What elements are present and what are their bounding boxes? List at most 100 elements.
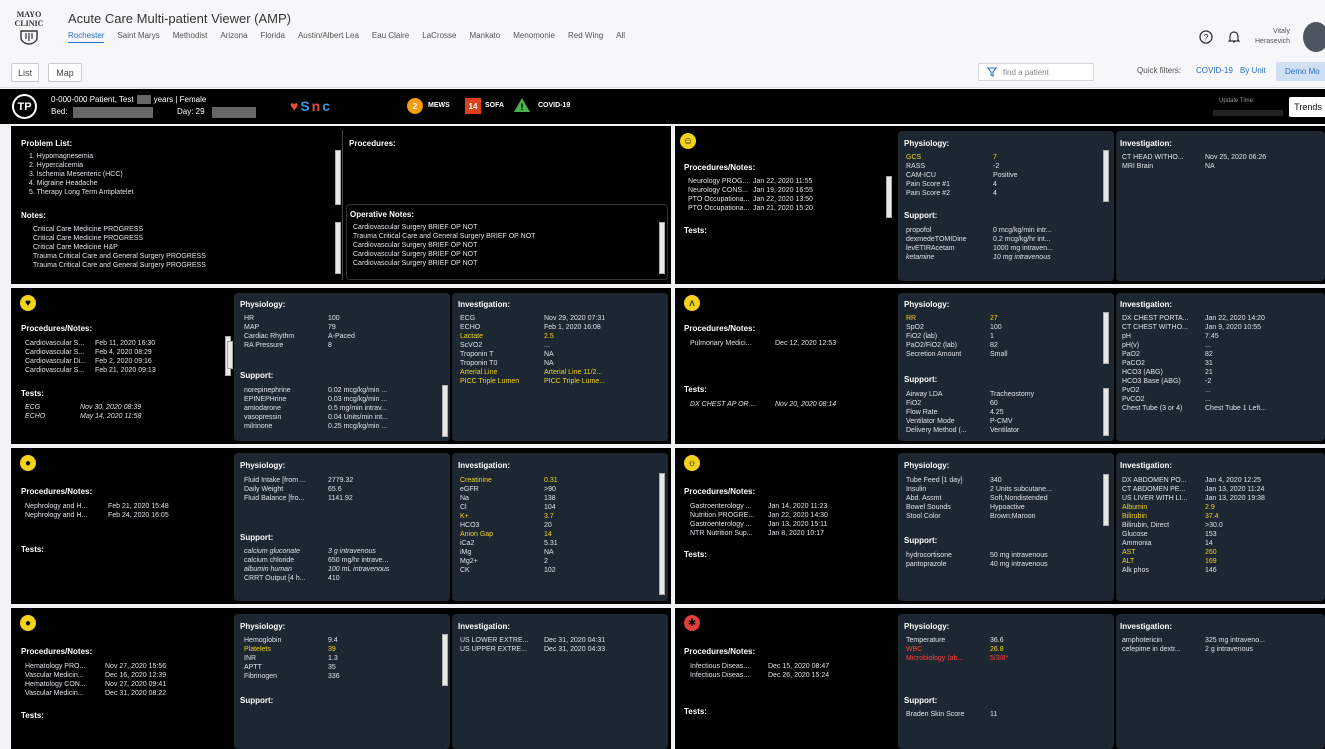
user-name[interactable]: Vitaly Herasevich xyxy=(1255,27,1290,47)
problem-item: 1. Hypomagnesemia xyxy=(29,153,94,160)
covid-warning-icon[interactable]: ! xyxy=(513,97,531,113)
cardio-note-name[interactable]: Cardiovascular Di... xyxy=(25,357,86,366)
note-item[interactable]: Critical Care Medicine PROGRESS xyxy=(33,225,143,234)
resp-support-scrollbar[interactable] xyxy=(1103,388,1109,436)
heme-note-name[interactable]: Hematology CON... xyxy=(25,680,86,689)
problem-scrollbar[interactable] xyxy=(335,150,341,205)
renal-note-name[interactable]: Nephrology and H... xyxy=(25,511,87,520)
site-tab-red-wing[interactable]: Red Wing xyxy=(568,31,603,43)
neuro-phys-scrollbar[interactable] xyxy=(1103,150,1109,202)
inv-label[interactable]: US UPPER EXTRE... xyxy=(460,645,527,654)
site-tab-arizona[interactable]: Arizona xyxy=(220,31,247,43)
filter-covid[interactable]: COVID-19 xyxy=(1196,66,1233,75)
patient-initials[interactable]: TP xyxy=(12,94,37,119)
op-note-item[interactable]: Cardiovascular Surgery BRIEF OP NOT xyxy=(353,259,477,268)
sofa-badge[interactable]: 14 xyxy=(465,98,481,114)
op-note-item[interactable]: Cardiovascular Surgery BRIEF OP NOT xyxy=(353,241,477,250)
site-tab-florida[interactable]: Florida xyxy=(261,31,285,43)
id-note-name[interactable]: Infectious Diseas... xyxy=(690,671,749,680)
phys-label: FiO2 (lab) xyxy=(906,333,938,340)
site-tab-lacrosse[interactable]: LaCrosse xyxy=(422,31,456,43)
note-item[interactable]: Critical Care Medicine PROGRESS xyxy=(33,234,143,243)
bell-icon[interactable] xyxy=(1227,30,1241,44)
inv-label[interactable]: US LIVER WITH LI... xyxy=(1122,494,1187,503)
avatar[interactable] xyxy=(1303,22,1325,52)
renal-note-name[interactable]: Nephrology and H... xyxy=(25,502,87,511)
site-tab-mankato[interactable]: Mankato xyxy=(470,31,501,43)
filter-demo-mode[interactable]: Demo Mo xyxy=(1276,62,1325,81)
resp-note-name[interactable]: Pulmonary Medici... xyxy=(690,339,751,348)
inv-label[interactable]: DX ABDOMEN PO... xyxy=(1122,476,1187,485)
mews-badge[interactable]: 2 xyxy=(407,98,423,114)
op-notes-scrollbar[interactable] xyxy=(659,222,665,274)
gi-note-name[interactable]: Gastroenterology ... xyxy=(690,502,751,511)
map-button[interactable]: Map xyxy=(48,63,82,82)
inv-label[interactable]: US LOWER EXTRE... xyxy=(460,636,528,645)
neuro-investigation-title: Investigation: xyxy=(1120,139,1173,148)
search-input[interactable]: find a patient xyxy=(978,63,1094,81)
support-value: 0.5 mg/min intrav... xyxy=(328,405,388,412)
cardio-procedures-title: Procedures/Notes: xyxy=(21,324,93,333)
neuro-note-name[interactable]: PTO Occupationa... xyxy=(688,195,749,204)
cardio-note-name[interactable]: Cardiovascular S... xyxy=(25,339,84,348)
phys-value: 336 xyxy=(328,673,340,680)
cardio-support-scrollbar[interactable] xyxy=(442,385,448,437)
site-tab-menomonie[interactable]: Menomonie xyxy=(513,31,555,43)
trends-button[interactable]: Trends xyxy=(1289,97,1325,117)
heme-physiology-card xyxy=(234,614,450,749)
inv-label: pH(v) xyxy=(1122,342,1140,349)
cardio-note-name[interactable]: Cardiovascular S... xyxy=(25,348,84,357)
phys-value: 100 xyxy=(990,324,1002,331)
site-tab-all[interactable]: All xyxy=(616,31,625,43)
inv-label[interactable]: DX CHEST PORTA... xyxy=(1122,314,1189,323)
inv-label[interactable]: ECHO xyxy=(460,323,480,332)
op-note-item[interactable]: Trauma Critical Care and General Surgery… xyxy=(353,232,535,241)
neuro-notes-scrollbar[interactable] xyxy=(886,176,892,218)
sparkline-icons[interactable]: ♥ Sn c xyxy=(290,98,330,114)
note-item[interactable]: Critical Care Medicine H&P xyxy=(33,243,118,252)
inv-label[interactable]: MRI Brain xyxy=(1122,162,1153,171)
gi-note-name[interactable]: Nutrition PROGRE... xyxy=(690,511,754,520)
gi-note-name[interactable]: NTR Nutrition Sup... xyxy=(690,529,753,538)
op-note-item[interactable]: Cardiovascular Surgery BRIEF OP NOT xyxy=(353,250,477,259)
brain-icon: c xyxy=(322,98,331,114)
site-tab-rochester[interactable]: Rochester xyxy=(68,31,105,43)
list-button[interactable]: List xyxy=(11,63,39,82)
neuro-note-name[interactable]: Neurology PROG... xyxy=(688,177,748,186)
heme-note-name[interactable]: Vascular Medicin... xyxy=(25,689,84,698)
gi-phys-scrollbar[interactable] xyxy=(1103,474,1109,526)
inv-label: ALT xyxy=(1122,558,1135,565)
neuro-note-name[interactable]: PTO Occupationa... xyxy=(688,204,749,213)
svg-text:!: ! xyxy=(521,102,524,112)
site-tab-eau-claire[interactable]: Eau Claire xyxy=(372,31,409,43)
site-tab-methodist[interactable]: Methodist xyxy=(173,31,208,43)
note-item[interactable]: Trauma Critical Care and General Surgery… xyxy=(33,252,206,261)
cardio-test-name[interactable]: ECHO xyxy=(25,412,45,421)
inv-label[interactable]: CT ABDOMEN PE... xyxy=(1122,485,1185,494)
op-note-item[interactable]: Cardiovascular Surgery BRIEF OP NOT xyxy=(353,223,477,232)
heme-note-name[interactable]: Hematology PRO... xyxy=(25,662,85,671)
cardio-note-name[interactable]: Cardiovascular S... xyxy=(25,366,84,375)
help-icon[interactable]: ? xyxy=(1199,30,1213,44)
heme-phys-scrollbar[interactable] xyxy=(442,634,448,686)
inv-label[interactable]: ECG xyxy=(460,314,475,323)
gi-note-name[interactable]: Gastroenterology ... xyxy=(690,520,751,529)
cardio-test-name[interactable]: ECG xyxy=(25,403,40,412)
update-time-label: Update Time: xyxy=(1219,98,1255,104)
notes-scrollbar[interactable] xyxy=(335,222,341,274)
cardio-phys-scrollbar[interactable] xyxy=(227,341,233,369)
note-item[interactable]: Trauma Critical Care and General Surgery… xyxy=(33,261,206,270)
support-value: 0 mcg/kg/min intr... xyxy=(993,227,1052,234)
resp-test-name[interactable]: DX CHEST AP OR ... xyxy=(690,400,756,409)
id-note-name[interactable]: Infectious Diseas... xyxy=(690,662,749,671)
site-tab-austin[interactable]: Austin/Albert Lea xyxy=(298,31,359,43)
support-value: 10 mg intravenous xyxy=(993,254,1051,261)
renal-inv-scrollbar[interactable] xyxy=(659,473,665,595)
resp-phys-scrollbar[interactable] xyxy=(1103,312,1109,364)
filter-by-unit[interactable]: By Unit xyxy=(1240,66,1266,75)
site-tab-saint-marys[interactable]: Saint Marys xyxy=(117,31,159,43)
inv-label[interactable]: CT CHEST WITHO... xyxy=(1122,323,1188,332)
inv-label[interactable]: CT HEAD WITHO... xyxy=(1122,153,1184,162)
heme-note-name[interactable]: Vascular Medicin... xyxy=(25,671,84,680)
neuro-note-name[interactable]: Neurology CONS... xyxy=(688,186,748,195)
